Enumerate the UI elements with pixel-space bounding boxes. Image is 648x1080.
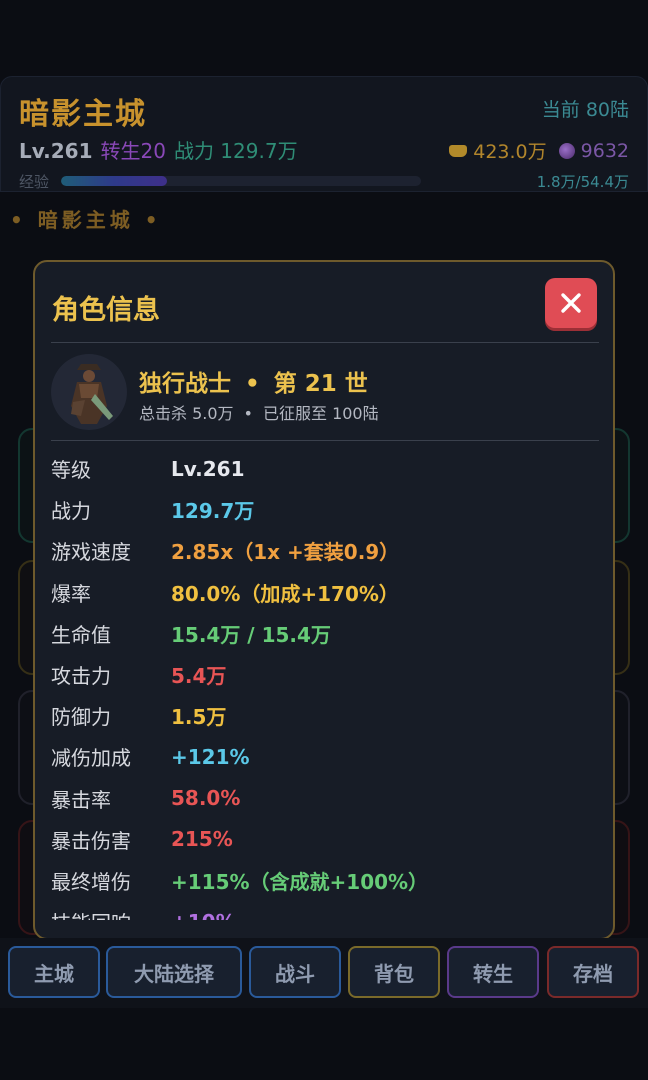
bottom-nav: 主城 大陆选择 战斗 背包 转生 存档 [0, 938, 648, 1008]
stat-label: 攻击力 [51, 664, 111, 689]
stat-value: 58.0% [171, 786, 241, 811]
character-info-modal: 角色信息 独行战士 • 第 21 世 总击杀 5.0万 • 已征服至 100陆 等级 Lv… [33, 260, 615, 940]
gem-icon [558, 142, 575, 159]
separator-dot: • [243, 404, 253, 423]
exp-bar [61, 176, 421, 186]
character-name-line: 独行战士 • 第 21 世 [139, 364, 368, 398]
stats-scroll-area[interactable]: 等级 Lv.261 战力 129.7万游戏速度 2.85x（1x +套装0.9） 爆率 80… [35, 448, 613, 920]
nav-button-1[interactable]: 主城 [8, 946, 100, 998]
exp-label: 经验 [19, 173, 50, 191]
gold-ingot-icon [449, 144, 468, 157]
stat-value: Lv.261 [171, 456, 245, 481]
stat-row: 技能回响+10% [51, 901, 599, 920]
stat-label: 暴击伤害 [51, 828, 131, 853]
divider [51, 342, 599, 343]
character-avatar [51, 354, 127, 430]
close-icon [561, 293, 581, 313]
player-power: 战力 129.7万 [173, 139, 298, 163]
nav-button-2[interactable]: 大陆选择 [106, 946, 242, 998]
stat-value: +115%（含成就+100%） [171, 869, 429, 894]
stat-label: 游戏速度 [51, 540, 131, 565]
stat-row: 攻击力 5.4万 [51, 654, 599, 695]
stat-value: +10% [171, 910, 236, 920]
gem-amount: 9632 [580, 139, 629, 162]
stat-label: 等级 [51, 458, 91, 483]
stat-label: 防御力 [51, 705, 111, 730]
character-subline: 总击杀 5.0万 • 已征服至 100陆 [139, 400, 379, 424]
separator-dot: • [245, 371, 260, 397]
city-title: 暗影主城 [19, 97, 147, 132]
stat-row: 暴击伤害 215% [51, 819, 599, 860]
stat-value: 15.4万 / 15.4万 [171, 622, 331, 647]
character-name: 独行战士 [139, 371, 231, 397]
stat-row: 等级 Lv.261 [51, 448, 599, 489]
exp-bar-fill [61, 176, 167, 186]
stat-label: 生命值 [51, 622, 111, 647]
warrior-portrait-icon [51, 354, 127, 430]
stat-row: 减伤加成 +121% [51, 736, 599, 777]
stat-row: 生命值 15.4万 / 15.4万 [51, 613, 599, 654]
nav-button-3[interactable]: 战斗 [249, 946, 341, 998]
stat-value: 80.0%（加成+170%） [171, 581, 399, 606]
stat-value: 1.5万 [171, 705, 227, 730]
currency-display: 423.0万 9632 [449, 137, 629, 164]
player-stat-row: Lv.261 转生20 战力 129.7万 [19, 135, 298, 164]
stat-row: 游戏速度 2.85x（1x +套装0.9） [51, 530, 599, 571]
close-button[interactable] [545, 278, 597, 328]
city-header: 暗影主城 当前 80陆 Lv.261 转生20 战力 129.7万 423.0万 9… [0, 76, 648, 192]
stat-row: 战力 129.7万 [51, 489, 599, 530]
rebirth-count: 转生20 [100, 139, 166, 163]
stat-label: 战力 [51, 499, 91, 524]
character-generation: 第 21 世 [273, 371, 368, 397]
stat-label: 最终增伤 [51, 869, 131, 894]
stat-label: 爆率 [51, 581, 91, 606]
stat-label: 减伤加成 [51, 746, 131, 771]
conquered-land: 已征服至 100陆 [262, 404, 379, 423]
modal-title: 角色信息 [52, 295, 160, 326]
player-level: Lv.261 [19, 139, 93, 163]
gold-amount: 423.0万 [473, 141, 547, 163]
stat-row: 防御力 1.5万 [51, 695, 599, 736]
nav-button-4[interactable]: 背包 [348, 946, 440, 998]
total-kills: 总击杀 5.0万 [139, 404, 234, 423]
stats-list: 等级 Lv.261 战力 129.7万游戏速度 2.85x（1x +套装0.9） 爆率 80… [51, 448, 599, 920]
stat-label: 技能回响 [51, 907, 171, 920]
exp-text: 1.8万/54.4万 [536, 173, 629, 191]
stat-row: 暴击率 58.0% [51, 778, 599, 819]
stat-value: +121% [171, 744, 250, 769]
stat-row: 爆率 80.0%（加成+170%） [51, 572, 599, 613]
current-land: 当前 80陆 [541, 99, 629, 121]
stat-value: 2.85x（1x +套装0.9） [171, 540, 400, 565]
stat-value: 129.7万 [171, 499, 255, 524]
stat-value: 215% [171, 827, 233, 852]
nav-button-5[interactable]: 转生 [447, 946, 539, 998]
stat-row: 最终增伤 +115%（含成就+100%） [51, 860, 599, 901]
divider [51, 440, 599, 441]
stat-label: 暴击率 [51, 787, 111, 812]
section-title: • 暗影主城 • [10, 208, 162, 232]
nav-button-6[interactable]: 存档 [547, 946, 639, 998]
stat-value: 5.4万 [171, 664, 227, 689]
